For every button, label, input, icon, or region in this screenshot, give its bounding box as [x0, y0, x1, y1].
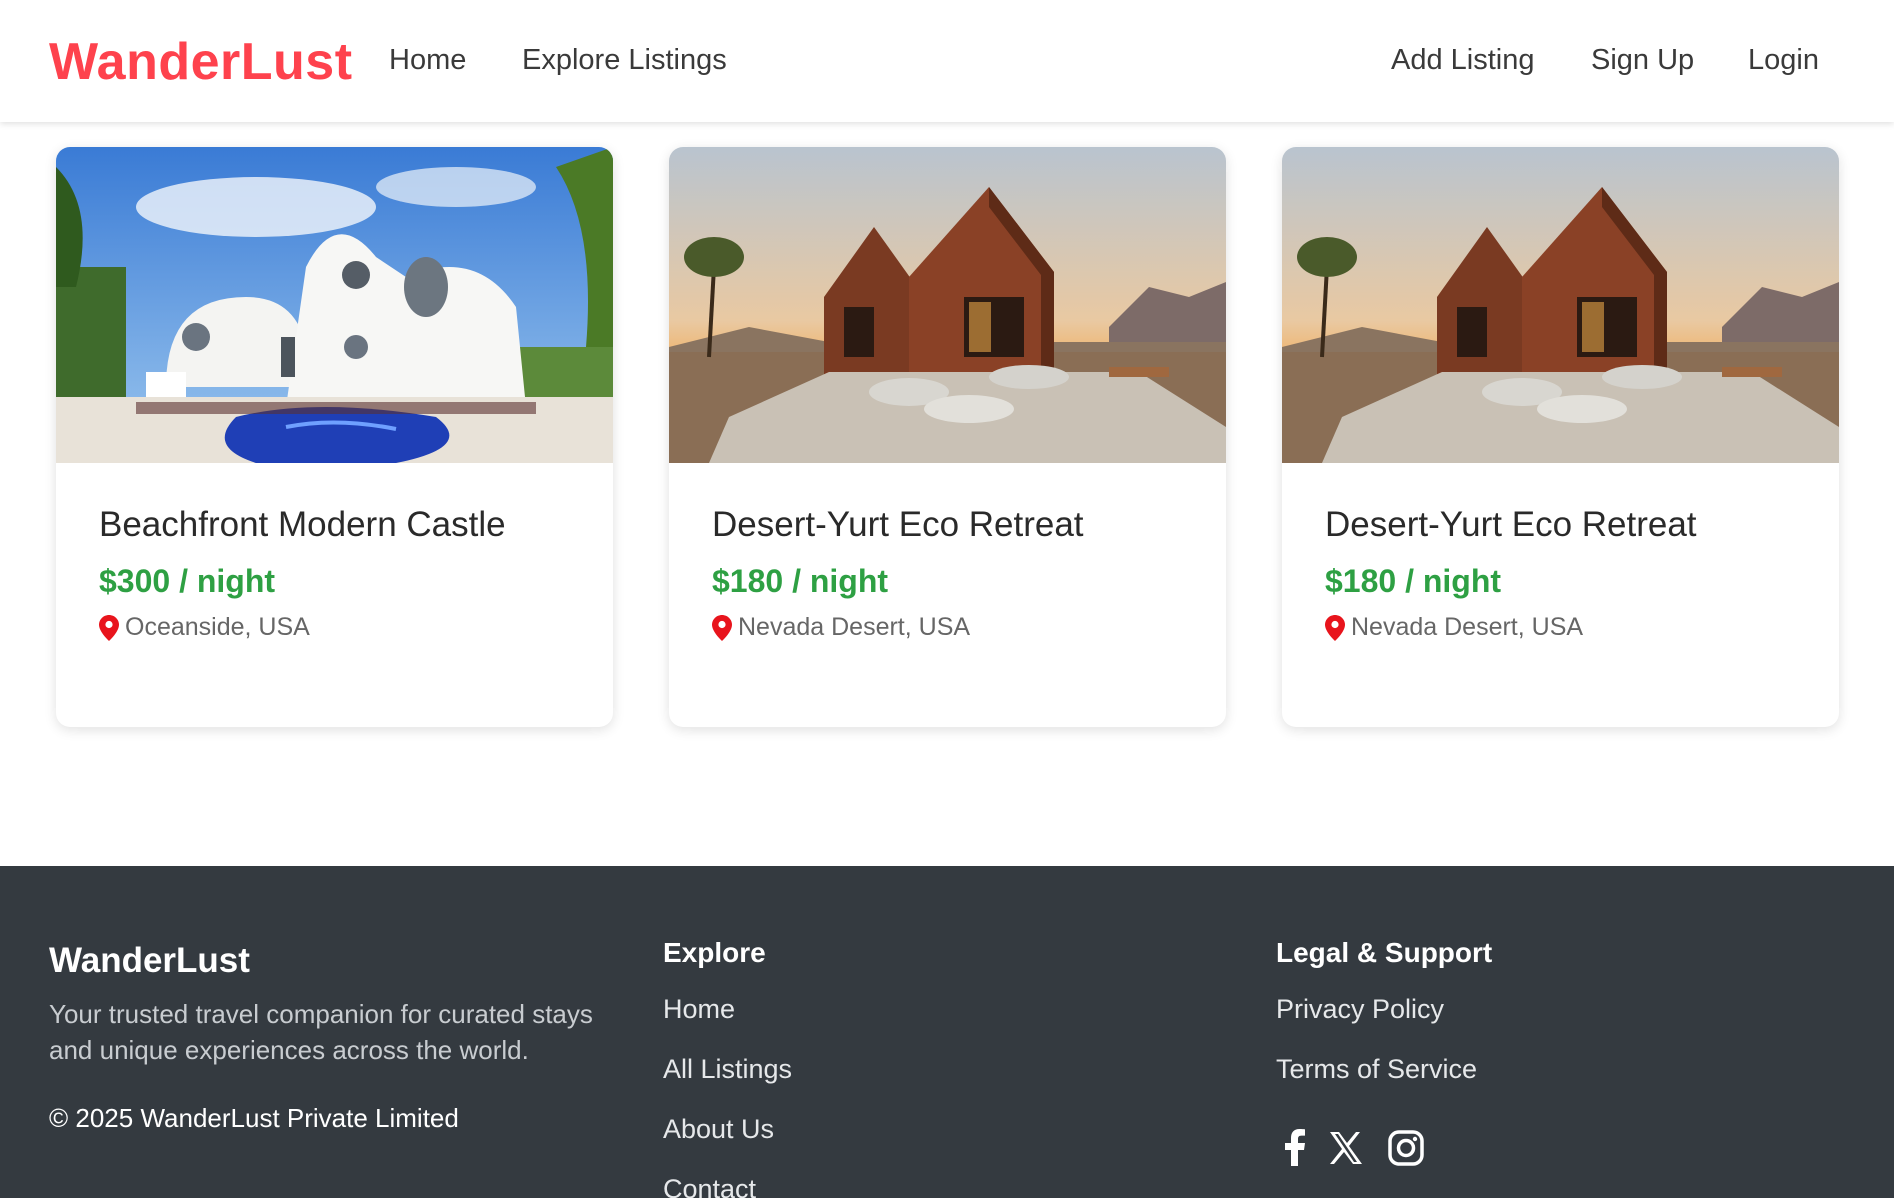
footer-tagline: Your trusted travel companion for curate…: [49, 999, 593, 1065]
navbar: WanderLust Home Explore Listings Add Lis…: [0, 0, 1894, 122]
listing-title[interactable]: Beachfront Modern Castle: [99, 505, 506, 545]
footer-copyright: © 2025 WanderLust Private Limited: [49, 1103, 459, 1133]
footer-link-about-us[interactable]: About Us: [663, 1114, 774, 1145]
map-pin-icon: [99, 614, 119, 641]
listing-location-text: Oceanside, USA: [125, 613, 310, 641]
listing-price: $180 / night: [712, 563, 889, 599]
nav-login-link[interactable]: Login: [1748, 44, 1819, 77]
nav-explore-listings-link[interactable]: Explore Listings: [522, 44, 727, 77]
listing-image[interactable]: [669, 147, 1226, 463]
listing-image[interactable]: [1282, 147, 1839, 463]
footer-legal-heading: Legal & Support: [1276, 937, 1493, 968]
listing-image[interactable]: [56, 147, 613, 463]
footer-link-contact[interactable]: Contact: [663, 1174, 756, 1198]
listing-title[interactable]: Desert-Yurt Eco Retreat: [712, 505, 1084, 545]
nav-home-link[interactable]: Home: [389, 44, 466, 77]
map-pin-icon: [1325, 614, 1345, 641]
listing-location-text: Nevada Desert, USA: [738, 613, 971, 641]
listing-card[interactable]: Beachfront Modern Castle $300 / night Oc…: [56, 147, 613, 727]
nav-sign-up-link[interactable]: Sign Up: [1591, 44, 1694, 77]
listing-title[interactable]: Desert-Yurt Eco Retreat: [1325, 505, 1697, 545]
listing-location: Nevada Desert, USA: [712, 613, 970, 642]
listing-card[interactable]: Desert-Yurt Eco Retreat $180 / night Nev…: [669, 147, 1226, 727]
x-icon[interactable]: [1326, 1128, 1366, 1168]
brand-logo[interactable]: WanderLust: [49, 32, 353, 92]
footer-brand: WanderLust: [49, 941, 250, 980]
listing-location: Nevada Desert, USA: [1325, 613, 1583, 642]
footer-link-home[interactable]: Home: [663, 994, 735, 1025]
map-pin-icon: [712, 614, 732, 641]
footer: WanderLust Your trusted travel companion…: [0, 866, 1894, 1198]
footer-link-terms-of-service[interactable]: Terms of Service: [1276, 1054, 1477, 1085]
footer-link-all-listings[interactable]: All Listings: [663, 1054, 792, 1085]
listing-price: $300 / night: [99, 563, 276, 599]
footer-explore-heading: Explore: [663, 937, 766, 968]
facebook-icon[interactable]: [1276, 1128, 1316, 1168]
listing-location: Oceanside, USA: [99, 613, 310, 642]
listing-price: $180 / night: [1325, 563, 1502, 599]
instagram-icon[interactable]: [1386, 1128, 1426, 1168]
nav-add-listing-link[interactable]: Add Listing: [1391, 44, 1535, 77]
listing-card[interactable]: Desert-Yurt Eco Retreat $180 / night Nev…: [1282, 147, 1839, 727]
footer-link-privacy-policy[interactable]: Privacy Policy: [1276, 994, 1444, 1025]
listing-location-text: Nevada Desert, USA: [1351, 613, 1584, 641]
